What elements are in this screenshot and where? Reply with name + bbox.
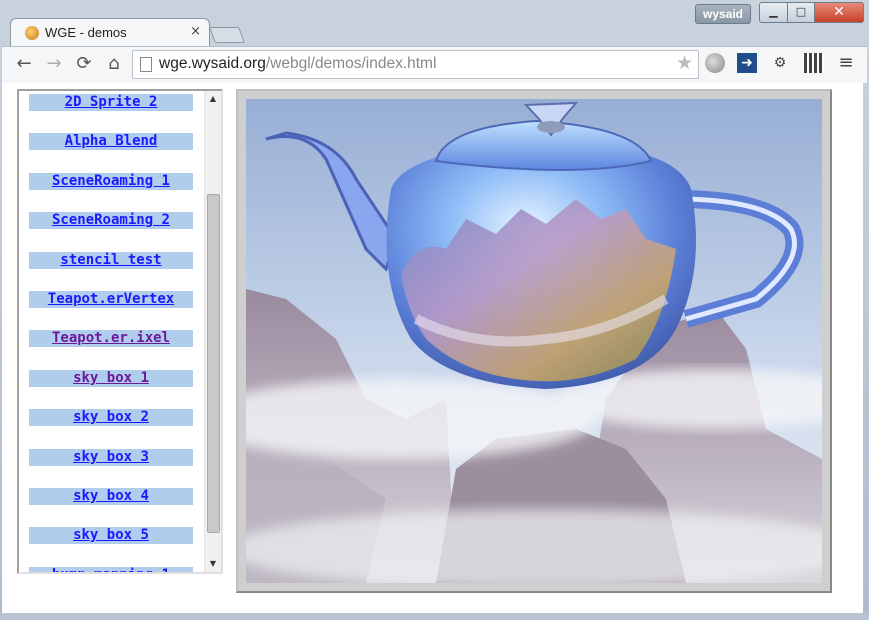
reload-button[interactable]: ⟳ (72, 52, 96, 76)
url-path: /webgl/demos/index.html (265, 55, 437, 72)
forward-button[interactable]: → (42, 52, 66, 76)
maximize-button[interactable]: □ (787, 2, 815, 23)
page-content: 2D Sprite 2 Alpha Blend SceneRoaming 1 Scen… (2, 83, 863, 613)
title-bar: WGE - demos × wysaid ▁ □ ✕ (0, 0, 869, 47)
demo-link[interactable]: sky box 2 (29, 409, 193, 427)
menu-icon[interactable]: ≡ (836, 53, 856, 73)
url-host: wge.wysaid.org (159, 55, 266, 72)
tab-close-icon[interactable]: × (190, 24, 201, 39)
demo-link[interactable]: Teapot.erVertex (29, 291, 193, 308)
browser-window: WGE - demos × wysaid ▁ □ ✕ ← → ⟳ ⌂ wge.w… (0, 0, 869, 620)
demo-link[interactable]: bump mapping 1 (29, 566, 193, 572)
demo-link[interactable]: sky box 3 (29, 448, 193, 466)
url-text[interactable]: wge.wysaid.org/webgl/demos/index.html (159, 55, 436, 73)
demo-list-frame[interactable]: 2D Sprite 2 Alpha Blend SceneRoaming 1 Scen… (17, 89, 223, 574)
page-icon (140, 57, 152, 72)
demo-link[interactable]: Teapot.er.ixel (29, 330, 193, 348)
user-badge[interactable]: wysaid (695, 4, 751, 24)
arrow-extension-icon[interactable]: ➜ (737, 53, 757, 73)
demo-link[interactable]: SceneRoaming 2 (29, 212, 193, 230)
demo-link[interactable]: Alpha Blend (29, 133, 193, 151)
demo-link[interactable]: stencil test (29, 251, 193, 269)
browser-toolbar: ← → ⟳ ⌂ wge.wysaid.org/webgl/demos/index… (2, 46, 867, 84)
tab-title: WGE - demos (45, 25, 127, 40)
demo-link[interactable]: sky box 4 (29, 488, 193, 505)
favicon-icon (25, 26, 39, 40)
demo-canvas-frame (236, 89, 832, 593)
demo-link[interactable]: sky box 5 (29, 527, 193, 545)
scroll-up-icon[interactable]: ▲ (205, 91, 221, 107)
bookmark-star-icon[interactable]: ★ (676, 52, 693, 74)
demo-link[interactable]: sky box 1 (29, 369, 193, 387)
back-button[interactable]: ← (12, 52, 36, 76)
teapot-scene-image (246, 99, 822, 583)
qr-code-extension-icon[interactable] (804, 53, 824, 73)
tab-wge-demos[interactable]: WGE - demos × (10, 18, 210, 47)
demo-link[interactable]: 2D Sprite 2 (29, 94, 193, 111)
window-bottom-border (0, 613, 869, 620)
robot-extension-icon[interactable]: ⚙ (770, 53, 790, 73)
close-window-button[interactable]: ✕ (814, 2, 864, 23)
scrollbar[interactable]: ▲ ▼ (204, 91, 221, 572)
webgl-canvas[interactable] (246, 99, 822, 583)
new-tab-button[interactable] (209, 27, 245, 43)
scrollbar-thumb[interactable] (207, 194, 220, 533)
scroll-down-icon[interactable]: ▼ (205, 556, 221, 572)
minimize-button[interactable]: ▁ (759, 2, 788, 23)
demo-link[interactable]: SceneRoaming 1 (29, 172, 193, 190)
address-bar[interactable]: wge.wysaid.org/webgl/demos/index.html ★ (132, 50, 699, 79)
globe-extension-icon[interactable] (705, 53, 725, 73)
home-button[interactable]: ⌂ (102, 52, 126, 76)
